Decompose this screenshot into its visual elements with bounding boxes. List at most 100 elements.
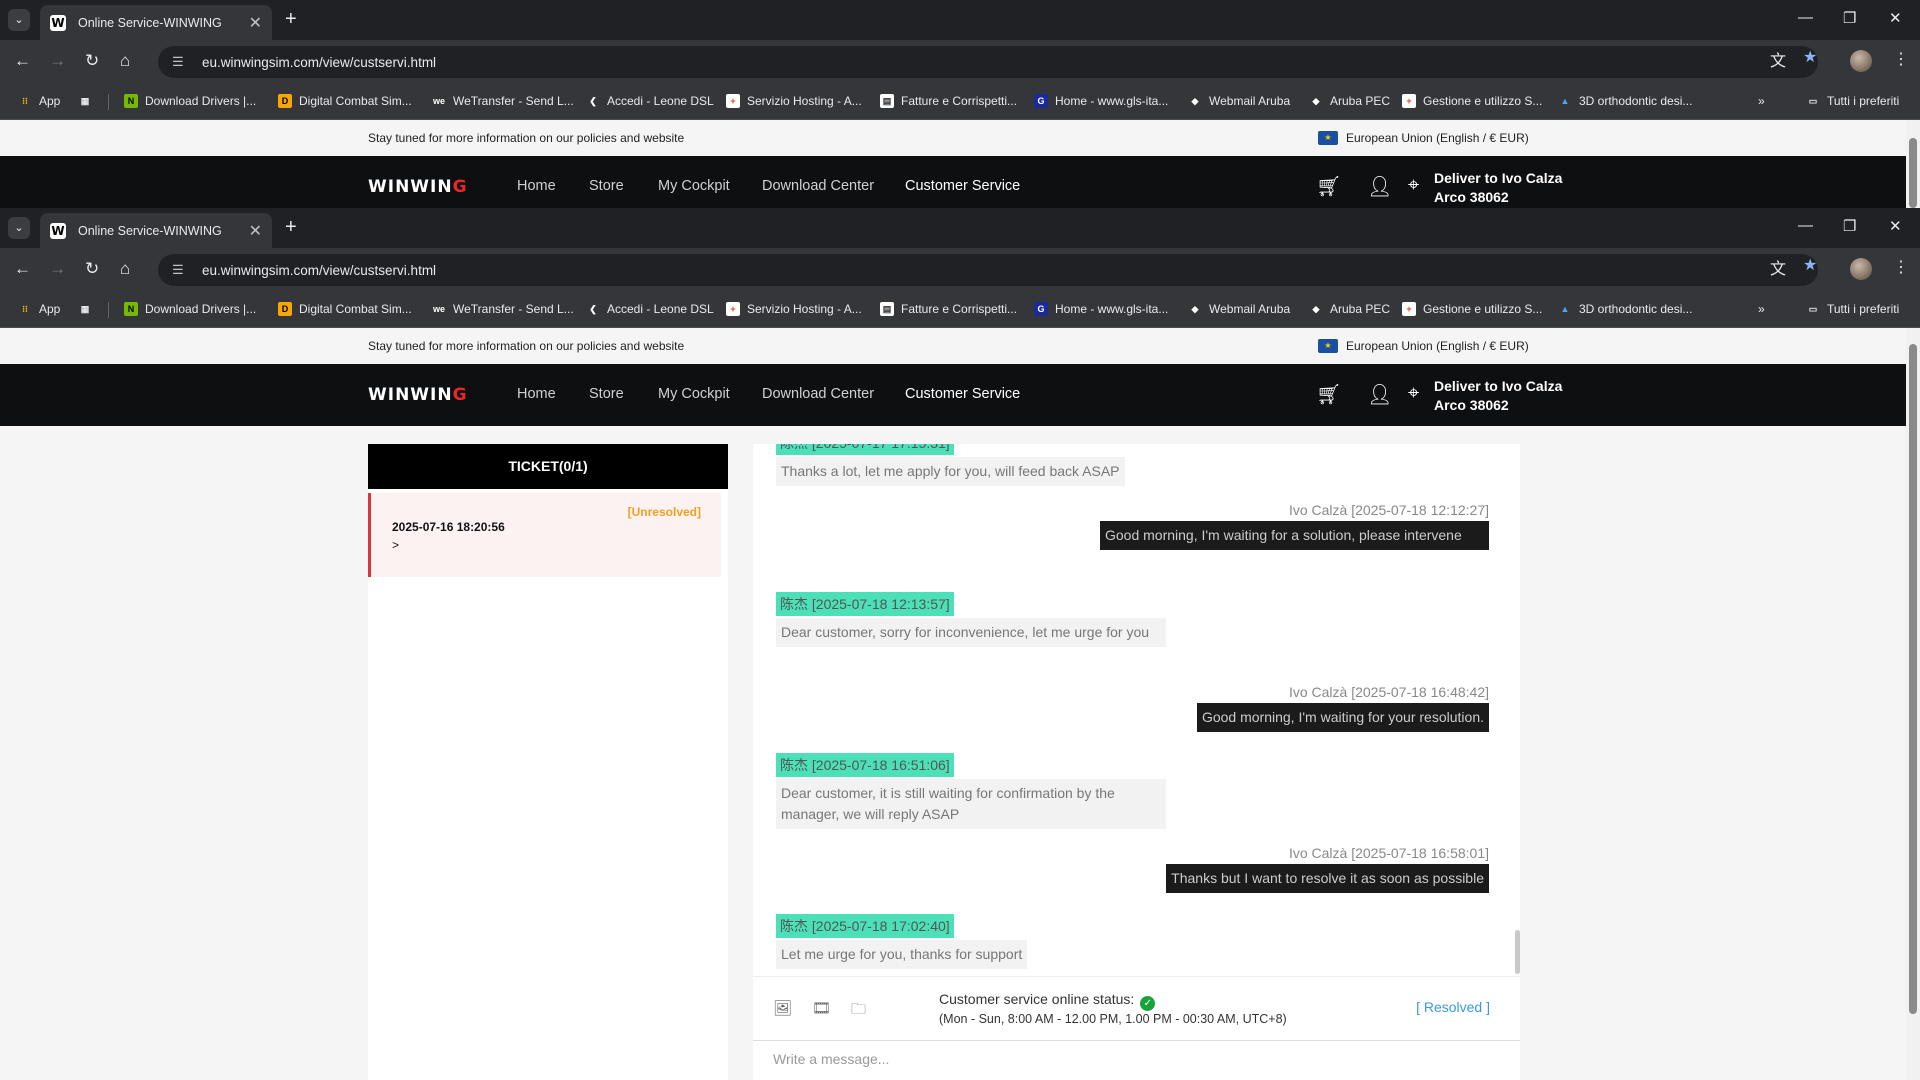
bookmark-apps[interactable]: ⁝⁝ App (18, 302, 60, 316)
image-upload-icon[interactable]: 🖼︎ (773, 999, 792, 1017)
bookmark-item[interactable]: ▤ Fatture e Corrispetti... (880, 302, 1017, 316)
all-bookmarks[interactable]: ▭ Tutti i preferiti (1806, 94, 1900, 108)
bookmark-star-icon[interactable]: ★ (1803, 47, 1817, 67)
window-close-icon[interactable]: ✕ (1889, 217, 1902, 235)
more-bookmarks-icon[interactable]: » (1758, 302, 1765, 316)
bookmark-tab-groups[interactable]: ▦ (78, 302, 99, 316)
restore-icon[interactable]: ❐ (1843, 9, 1856, 27)
nav-store[interactable]: Store (589, 386, 624, 402)
translate-icon[interactable]: 文 (1770, 47, 1786, 71)
bookmark-item[interactable]: we WeTransfer - Send L... (432, 94, 574, 108)
chat-scrollbar-thumb[interactable] (1515, 930, 1520, 974)
forward-icon[interactable]: → (49, 51, 66, 71)
bookmark-item[interactable]: + Gestione e utilizzo S... (1402, 94, 1542, 108)
close-tab-icon[interactable]: ✕ (249, 221, 262, 241)
minimize-icon[interactable]: — (1798, 217, 1813, 234)
bookmark-item[interactable]: + Servizio Hosting - A... (726, 94, 862, 108)
gls-icon: G (1034, 94, 1048, 108)
bookmark-star-icon[interactable]: ★ (1803, 255, 1817, 275)
tab-search-icon[interactable]: ⌄ (8, 9, 30, 31)
bookmark-item[interactable]: ▲ 3D orthodontic desi... (1558, 94, 1693, 108)
new-tab-icon[interactable]: + (285, 216, 297, 239)
bookmark-item[interactable]: ❮ Accedi - Leone DSL (586, 94, 714, 108)
page-scrollbar-2[interactable] (1906, 328, 1920, 1080)
address-bar[interactable]: ☰ eu.winwingsim.com/view/custservi.html (158, 254, 1818, 286)
browser-tab[interactable]: W Online Service-WINWING ✕ (40, 213, 272, 248)
nav-download-center[interactable]: Download Center (762, 178, 874, 194)
nav-home[interactable]: Home (517, 178, 556, 194)
resolved-button[interactable]: [ Resolved ] (1416, 999, 1490, 1015)
cart-icon[interactable]: 🛒︎ (1316, 174, 1341, 199)
user-icon[interactable]: 👤︎ (1367, 382, 1392, 407)
site-info-icon[interactable]: ☰ (172, 262, 190, 278)
minimize-icon[interactable]: — (1798, 9, 1813, 26)
bookmark-item[interactable]: we WeTransfer - Send L... (432, 302, 574, 316)
video-upload-icon[interactable]: 🎞︎ (812, 999, 831, 1017)
nav-home[interactable]: Home (517, 386, 556, 402)
menu-dots-icon[interactable]: ⋮ (1893, 49, 1909, 69)
bookmark-item[interactable]: ◆ Aruba PEC (1309, 302, 1391, 316)
agent-bubble: Dear customer, sorry for inconvenience, … (776, 618, 1166, 647)
nav-customer-service[interactable]: Customer Service (905, 386, 1020, 402)
profile-avatar[interactable] (1850, 50, 1872, 72)
bookmark-item[interactable]: ◆ Webmail Aruba (1188, 302, 1291, 316)
reload-icon[interactable]: ↻ (85, 51, 99, 71)
deliver-to[interactable]: Deliver to Ivo Calza Arco 38062 (1434, 169, 1562, 207)
bookmarks-bar: ⁝⁝ App ▦ N Download Drivers |... D Digital … (0, 84, 1920, 120)
window-close-icon[interactable]: ✕ (1889, 9, 1902, 27)
bookmark-item[interactable]: ▤ Fatture e Corrispetti... (880, 94, 1017, 108)
message-input[interactable] (773, 1051, 1473, 1067)
translate-icon[interactable]: 文 (1770, 255, 1786, 279)
nav-store[interactable]: Store (589, 178, 624, 194)
cart-icon[interactable]: 🛒︎ (1316, 382, 1341, 407)
tab-search-icon[interactable]: ⌄ (8, 217, 30, 239)
bookmark-item[interactable]: + Gestione e utilizzo S... (1402, 302, 1542, 316)
scrollbar-thumb[interactable] (1909, 138, 1917, 208)
bookmark-item[interactable]: D Digital Combat Sim... (278, 94, 412, 108)
nav-my-cockpit[interactable]: My Cockpit (658, 386, 730, 402)
bookmark-item[interactable]: ❮ Accedi - Leone DSL (586, 302, 714, 316)
browser-tab[interactable]: W Online Service-WINWING ✕ (40, 5, 272, 40)
bookmark-item[interactable]: N Download Drivers |... (124, 302, 256, 316)
bookmark-apps[interactable]: ⁝⁝ App (18, 94, 60, 108)
winwing-logo[interactable]: WINWING (368, 177, 468, 197)
bookmark-tab-groups[interactable]: ▦ (78, 94, 99, 108)
forward-icon[interactable]: → (49, 259, 66, 279)
all-bookmarks[interactable]: ▭ Tutti i preferiti (1806, 302, 1900, 316)
winwing-logo[interactable]: WINWING (368, 385, 468, 405)
region-selector[interactable]: ★ European Union (English / € EUR) (1318, 131, 1529, 145)
deliver-to[interactable]: Deliver to Ivo Calza Arco 38062 (1434, 377, 1562, 415)
close-tab-icon[interactable]: ✕ (249, 13, 262, 33)
ticket-item[interactable]: [Unresolved] 2025-07-16 18:20:56 > (368, 493, 721, 577)
bookmark-item[interactable]: D Digital Combat Sim... (278, 302, 412, 316)
user-icon[interactable]: 👤︎ (1367, 174, 1392, 199)
profile-avatar[interactable] (1850, 258, 1872, 280)
nav-my-cockpit[interactable]: My Cockpit (658, 178, 730, 194)
back-icon[interactable]: ← (14, 259, 31, 279)
home-icon[interactable]: ⌂ (120, 259, 130, 279)
new-tab-icon[interactable]: + (285, 8, 297, 31)
site-info-icon[interactable]: ☰ (172, 54, 190, 70)
agent-bubble: Dear customer, it is still waiting for c… (776, 779, 1166, 829)
bookmark-item[interactable]: ◆ Webmail Aruba (1188, 94, 1291, 108)
scrollbar-thumb[interactable] (1909, 344, 1917, 1014)
bookmark-item[interactable]: G Home - www.gls-ita... (1034, 302, 1168, 316)
file-upload-icon[interactable]: 🗀 (851, 999, 866, 1024)
reload-icon[interactable]: ↻ (85, 259, 99, 279)
bookmark-item[interactable]: ◆ Aruba PEC (1309, 94, 1391, 108)
bookmark-item[interactable]: G Home - www.gls-ita... (1034, 94, 1168, 108)
menu-dots-icon[interactable]: ⋮ (1893, 257, 1909, 277)
page-scrollbar[interactable] (1906, 120, 1920, 218)
address-bar[interactable]: ☰ eu.winwingsim.com/view/custservi.html (158, 46, 1818, 78)
back-icon[interactable]: ← (14, 51, 31, 71)
nav-download-center[interactable]: Download Center (762, 386, 874, 402)
bookmark-item[interactable]: N Download Drivers |... (124, 94, 256, 108)
restore-icon[interactable]: ❐ (1843, 217, 1856, 235)
bookmark-item[interactable]: + Servizio Hosting - A... (726, 302, 862, 316)
region-selector[interactable]: ★ European Union (English / € EUR) (1318, 339, 1529, 353)
bookmark-item[interactable]: ▲ 3D orthodontic desi... (1558, 302, 1693, 316)
aruba-hosting-icon: + (726, 94, 740, 108)
home-icon[interactable]: ⌂ (120, 51, 130, 71)
nav-customer-service[interactable]: Customer Service (905, 178, 1020, 194)
more-bookmarks-icon[interactable]: » (1758, 94, 1765, 108)
